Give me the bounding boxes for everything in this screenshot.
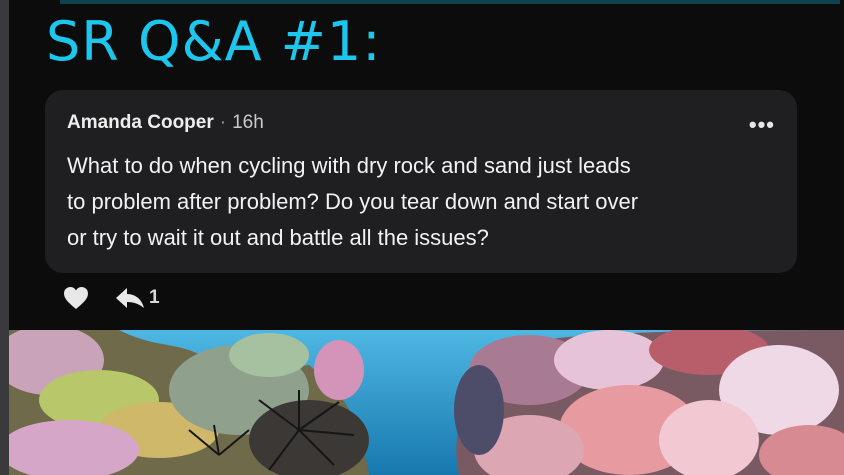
page-title: SR Q&A #1:	[46, 10, 382, 73]
reply-count: 1	[149, 287, 160, 308]
cropped-header-strip	[60, 0, 840, 4]
reply-arrow-icon	[116, 288, 144, 308]
more-options-button[interactable]: •••	[749, 112, 775, 138]
reply-button[interactable]	[115, 287, 145, 309]
post-time: 16h	[232, 112, 264, 133]
comment-card: Amanda Cooper · 16h ••• What to do when cy…	[45, 90, 797, 273]
comment-text: What to do when cycling with dry rock an…	[67, 148, 787, 256]
comment-line: or try to wait it out and battle all the…	[67, 225, 489, 250]
like-button[interactable]	[63, 286, 89, 310]
coral-reef-image	[9, 330, 844, 475]
left-edge-divider	[0, 0, 9, 475]
meta-separator: ·	[219, 112, 227, 133]
comment-line: to problem after problem? Do you tear do…	[67, 189, 639, 214]
more-dots-icon: •••	[748, 112, 775, 137]
comment-line: What to do when cycling with dry rock an…	[67, 153, 631, 178]
author-name[interactable]: Amanda Cooper	[67, 112, 214, 133]
heart-icon	[64, 287, 88, 309]
comment-meta: Amanda Cooper · 16h	[67, 112, 264, 134]
